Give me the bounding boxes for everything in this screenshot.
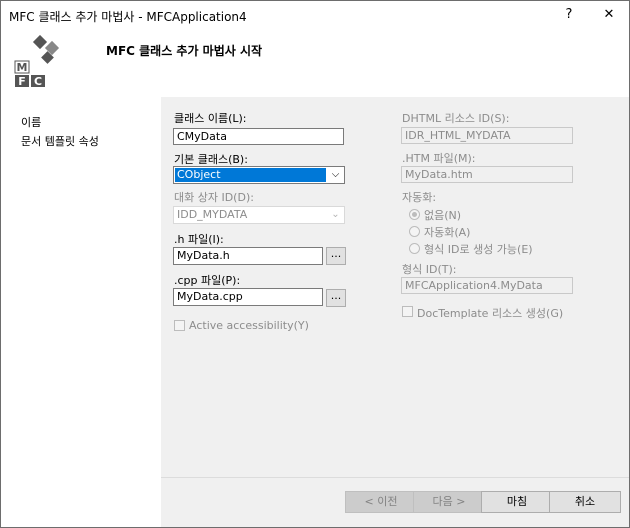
automation-auto-label: 자동화(A) (424, 226, 471, 239)
automation-none-radio (409, 209, 420, 220)
sidebar: 이름 문서 템플릿 속성 (1, 97, 161, 527)
title-bar: MFC 클래스 추가 마법사 - MFCApplication4 ? ✕ (1, 1, 629, 29)
sidebar-item-doc-template[interactable]: 문서 템플릿 속성 (21, 133, 99, 149)
h-file-browse-button[interactable]: ... (326, 247, 346, 265)
doctemplate-checkbox (402, 306, 413, 317)
doctemplate-label: DocTemplate 리소스 생성(G) (417, 307, 564, 320)
type-id-input: MFCApplication4.MyData (401, 277, 573, 294)
class-name-label: 클래스 이름(L): (174, 112, 247, 125)
cpp-file-label: .cpp 파일(P): (174, 274, 241, 287)
h-file-input[interactable]: MyData.h (173, 247, 323, 265)
logo-letter-c: C (34, 75, 42, 87)
window-title: MFC 클래스 추가 마법사 - MFCApplication4 (9, 10, 247, 24)
dialog-id-label: 대화 상자 ID(D): (174, 191, 254, 204)
chevron-down-icon: ⌄ (331, 209, 340, 220)
cpp-file-input[interactable]: MyData.cpp (173, 288, 323, 306)
sidebar-item-name[interactable]: 이름 (21, 114, 41, 130)
mfc-logo-icon: M F C (14, 35, 60, 87)
cpp-file-browse-button[interactable]: ... (326, 289, 346, 307)
class-name-input[interactable]: CMyData (173, 128, 344, 145)
h-file-label: .h 파일(I): (174, 233, 224, 246)
base-class-select[interactable]: CObject ⌵ (173, 166, 345, 184)
finish-button[interactable]: 마침 (481, 491, 553, 513)
dialog-id-select: IDD_MYDATA ⌄ (173, 206, 345, 224)
close-button[interactable]: ✕ (587, 1, 630, 29)
automation-none-label: 없음(N) (424, 209, 462, 222)
dhtml-id-label: DHTML 리소스 ID(S): (402, 112, 510, 125)
help-button[interactable]: ? (547, 1, 591, 29)
next-button: 다음 > (413, 491, 485, 513)
active-accessibility-checkbox (174, 320, 185, 331)
dhtml-id-input: IDR_HTML_MYDATA (401, 127, 573, 144)
base-class-selected-value: CObject (175, 168, 326, 182)
footer-divider (161, 477, 629, 478)
automation-label: 자동화: (402, 191, 437, 204)
wizard-window: MFC 클래스 추가 마법사 - MFCApplication4 ? ✕ M F… (0, 0, 630, 528)
dialog-id-value: IDD_MYDATA (177, 208, 248, 221)
base-class-label: 기본 클래스(B): (174, 153, 248, 166)
chevron-down-icon[interactable]: ⌵ (327, 167, 344, 183)
active-accessibility-label: Active accessibility(Y) (189, 319, 309, 332)
htm-file-input: MyData.htm (401, 166, 573, 183)
automation-typeid-label: 형식 ID로 생성 가능(E) (424, 243, 533, 256)
cancel-button[interactable]: 취소 (549, 491, 621, 513)
type-id-label: 형식 ID(T): (402, 263, 457, 276)
automation-auto-radio (409, 226, 420, 237)
logo-letter-f: F (18, 75, 26, 87)
page-title: MFC 클래스 추가 마법사 시작 (106, 44, 263, 58)
htm-file-label: .HTM 파일(M): (402, 152, 476, 165)
logo-letter-m: M (17, 61, 28, 74)
wizard-header: M F C MFC 클래스 추가 마법사 시작 (1, 29, 629, 97)
prev-button: < 이전 (345, 491, 417, 513)
automation-typeid-radio (409, 243, 420, 254)
